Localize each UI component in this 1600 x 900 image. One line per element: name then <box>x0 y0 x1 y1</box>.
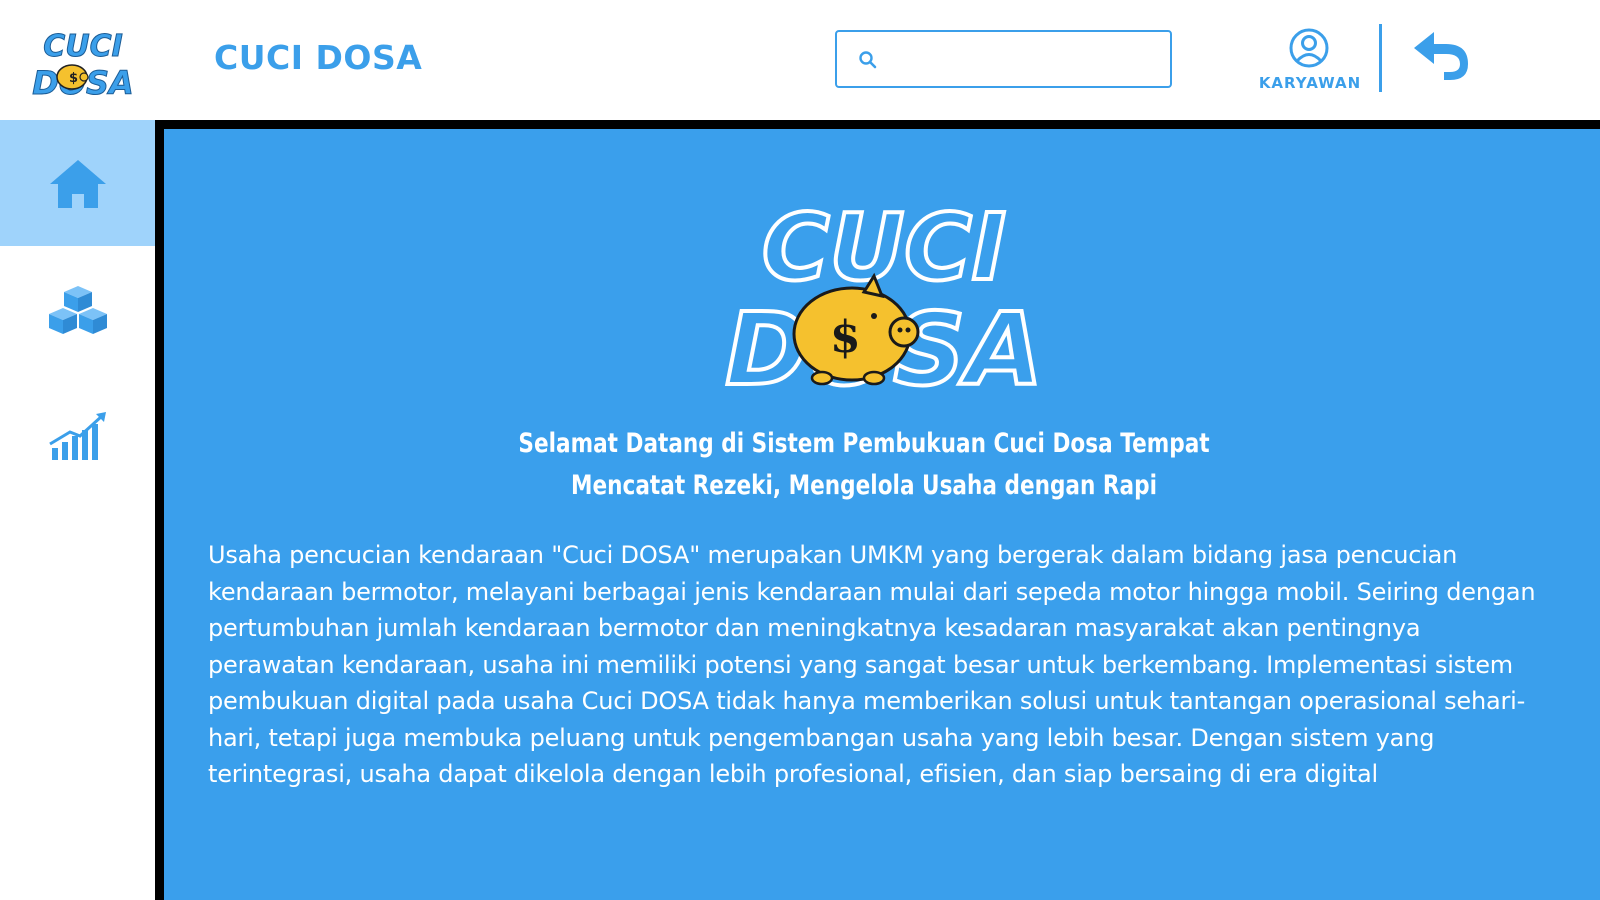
cuci-dosa-logo[interactable]: CUCI DOSA $ <box>30 22 136 103</box>
boxes-icon <box>49 286 107 334</box>
sidebar-nav <box>0 120 155 900</box>
hero-logo-word-cuci: CUCI <box>762 194 1006 301</box>
main-content: CUCI DOSA $ Selamat Datang di Sistem Pem… <box>155 120 1600 900</box>
header-divider <box>1379 24 1382 92</box>
welcome-line-1: Selamat Datang di Sistem Pembukuan Cuci … <box>518 428 1210 459</box>
user-account[interactable]: KARYAWAN <box>1245 22 1375 96</box>
sidebar-item-inventory[interactable] <box>0 246 155 372</box>
home-icon <box>50 160 106 208</box>
back-button[interactable] <box>1410 26 1476 84</box>
sidebar-item-home[interactable] <box>0 120 155 246</box>
svg-text:$: $ <box>69 71 78 86</box>
piggy-bank-icon: $ <box>56 64 89 90</box>
search-icon <box>859 51 877 69</box>
top-header: CUCI DOSA $ CUCI DOSA KARYAWAN <box>0 0 1600 120</box>
welcome-line-2: Mencatat Rezeki, Mengelola Usaha dengan … <box>571 470 1157 501</box>
user-circle-icon <box>1289 28 1329 68</box>
svg-text:$: $ <box>830 312 861 363</box>
undo-arrow-icon <box>1414 32 1468 80</box>
growth-chart-icon <box>49 412 106 460</box>
app-title: CUCI DOSA <box>214 38 423 77</box>
search-input[interactable] <box>887 38 1162 80</box>
user-role-label: KARYAWAN <box>1258 74 1362 92</box>
business-description: Usaha pencucian kendaraan "Cuci DOSA" me… <box>208 541 1536 788</box>
welcome-heading: Selamat Datang di Sistem Pembukuan Cuci … <box>504 423 1224 507</box>
logo-word-cuci: CUCI <box>43 29 123 64</box>
search-box[interactable] <box>835 30 1172 88</box>
cuci-dosa-hero-logo: CUCI DOSA $ <box>723 184 1044 410</box>
sidebar-item-reports[interactable] <box>0 372 155 498</box>
